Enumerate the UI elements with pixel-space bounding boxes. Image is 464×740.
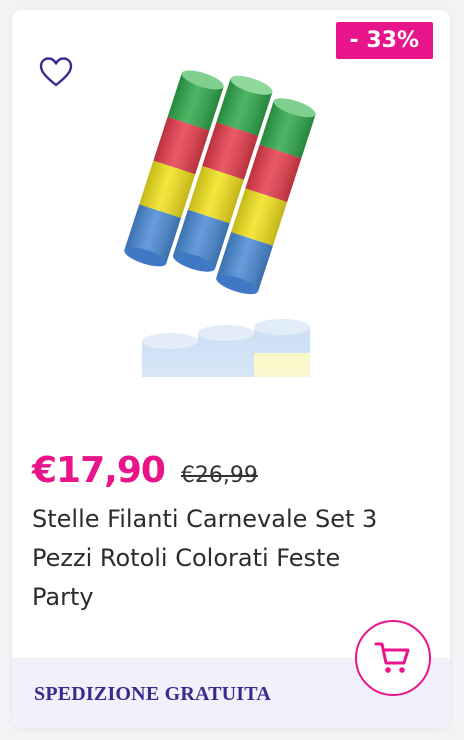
current-price: €17,90 [32, 450, 166, 491]
discount-badge: - 33% [335, 22, 433, 59]
add-to-cart-button[interactable] [355, 620, 431, 696]
shopping-cart-icon [374, 642, 410, 673]
heart-outline-icon [39, 57, 73, 87]
product-image[interactable] [112, 65, 352, 377]
price-row: €17,90 €26,99 [32, 450, 258, 491]
original-price: €26,99 [180, 463, 258, 488]
shipping-label: SPEDIZIONE GRATUITA [34, 683, 271, 705]
product-card[interactable]: - 33% €17,90 €26,99 Stelle Filanti Carne… [12, 10, 450, 728]
wishlist-button[interactable] [38, 56, 74, 88]
product-title[interactable]: Stelle Filanti Carnevale Set 3 Pezzi Rot… [32, 500, 402, 617]
